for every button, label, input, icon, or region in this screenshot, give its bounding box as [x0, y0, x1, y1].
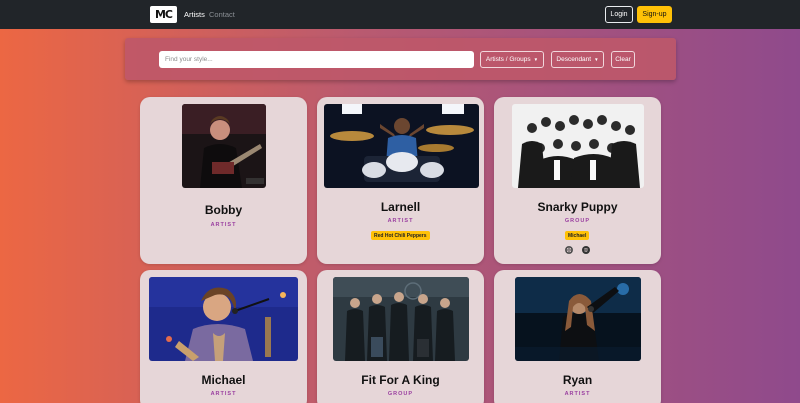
group-name: Fit For A King [361, 373, 440, 387]
group-photo [512, 104, 644, 188]
artist-photo [324, 104, 479, 188]
clear-button[interactable]: Clear [611, 51, 635, 68]
group-name: Snarky Puppy [537, 200, 618, 214]
artist-kind: ARTIST [210, 222, 237, 228]
artist-name: Michael [201, 373, 246, 387]
artist-kind: ARTIST [387, 218, 414, 224]
brand-logo[interactable]: MC [150, 6, 177, 23]
type-filter-label: Artists / Groups [485, 56, 531, 63]
artist-kind: ARTIST [210, 391, 237, 397]
artist-name: Larnell [380, 200, 421, 214]
login-button[interactable]: Login [605, 6, 633, 23]
artist-card[interactable]: Ryan ARTIST [494, 270, 661, 403]
artist-name: Ryan [562, 373, 593, 387]
group-photo [333, 277, 469, 361]
nav-link-artists[interactable]: Artists [184, 10, 205, 19]
signup-button[interactable]: Sign-up [637, 6, 672, 23]
artist-card[interactable]: Michael ARTIST [140, 270, 307, 403]
artist-photo [149, 277, 298, 361]
artist-photo [515, 277, 641, 361]
caret-down-icon: ▼ [533, 57, 539, 62]
group-card[interactable]: Snarky Puppy GROUP Michael [494, 97, 661, 264]
artist-card[interactable]: Larnell ARTIST Red Hot Chili Peppers [317, 97, 484, 264]
artist-name: Bobby [204, 203, 243, 217]
group-kind: GROUP [564, 218, 591, 224]
order-filter-dropdown[interactable]: Descendant ▼ [551, 51, 604, 68]
order-filter-label: Descendant [556, 56, 592, 63]
group-kind: GROUP [387, 391, 414, 397]
nav-link-contact[interactable]: Contact [209, 10, 235, 19]
search-input[interactable] [159, 51, 474, 68]
filter-panel: Artists / Groups ▼ Descendant ▼ Clear [125, 38, 676, 80]
spotify-icon[interactable] [582, 246, 590, 254]
type-filter-dropdown[interactable]: Artists / Groups ▼ [480, 51, 544, 68]
group-card[interactable]: Fit For A King GROUP [317, 270, 484, 403]
caret-down-icon: ▼ [594, 57, 599, 62]
artist-card[interactable]: Bobby ARTIST [140, 97, 307, 264]
instagram-icon[interactable] [565, 246, 573, 254]
member-tag[interactable]: Michael [565, 231, 590, 240]
artist-photo [182, 104, 266, 188]
navbar: MC Artists Contact Login Sign-up [0, 0, 800, 29]
artist-kind: ARTIST [564, 391, 591, 397]
artist-tag[interactable]: Red Hot Chili Peppers [371, 231, 430, 240]
